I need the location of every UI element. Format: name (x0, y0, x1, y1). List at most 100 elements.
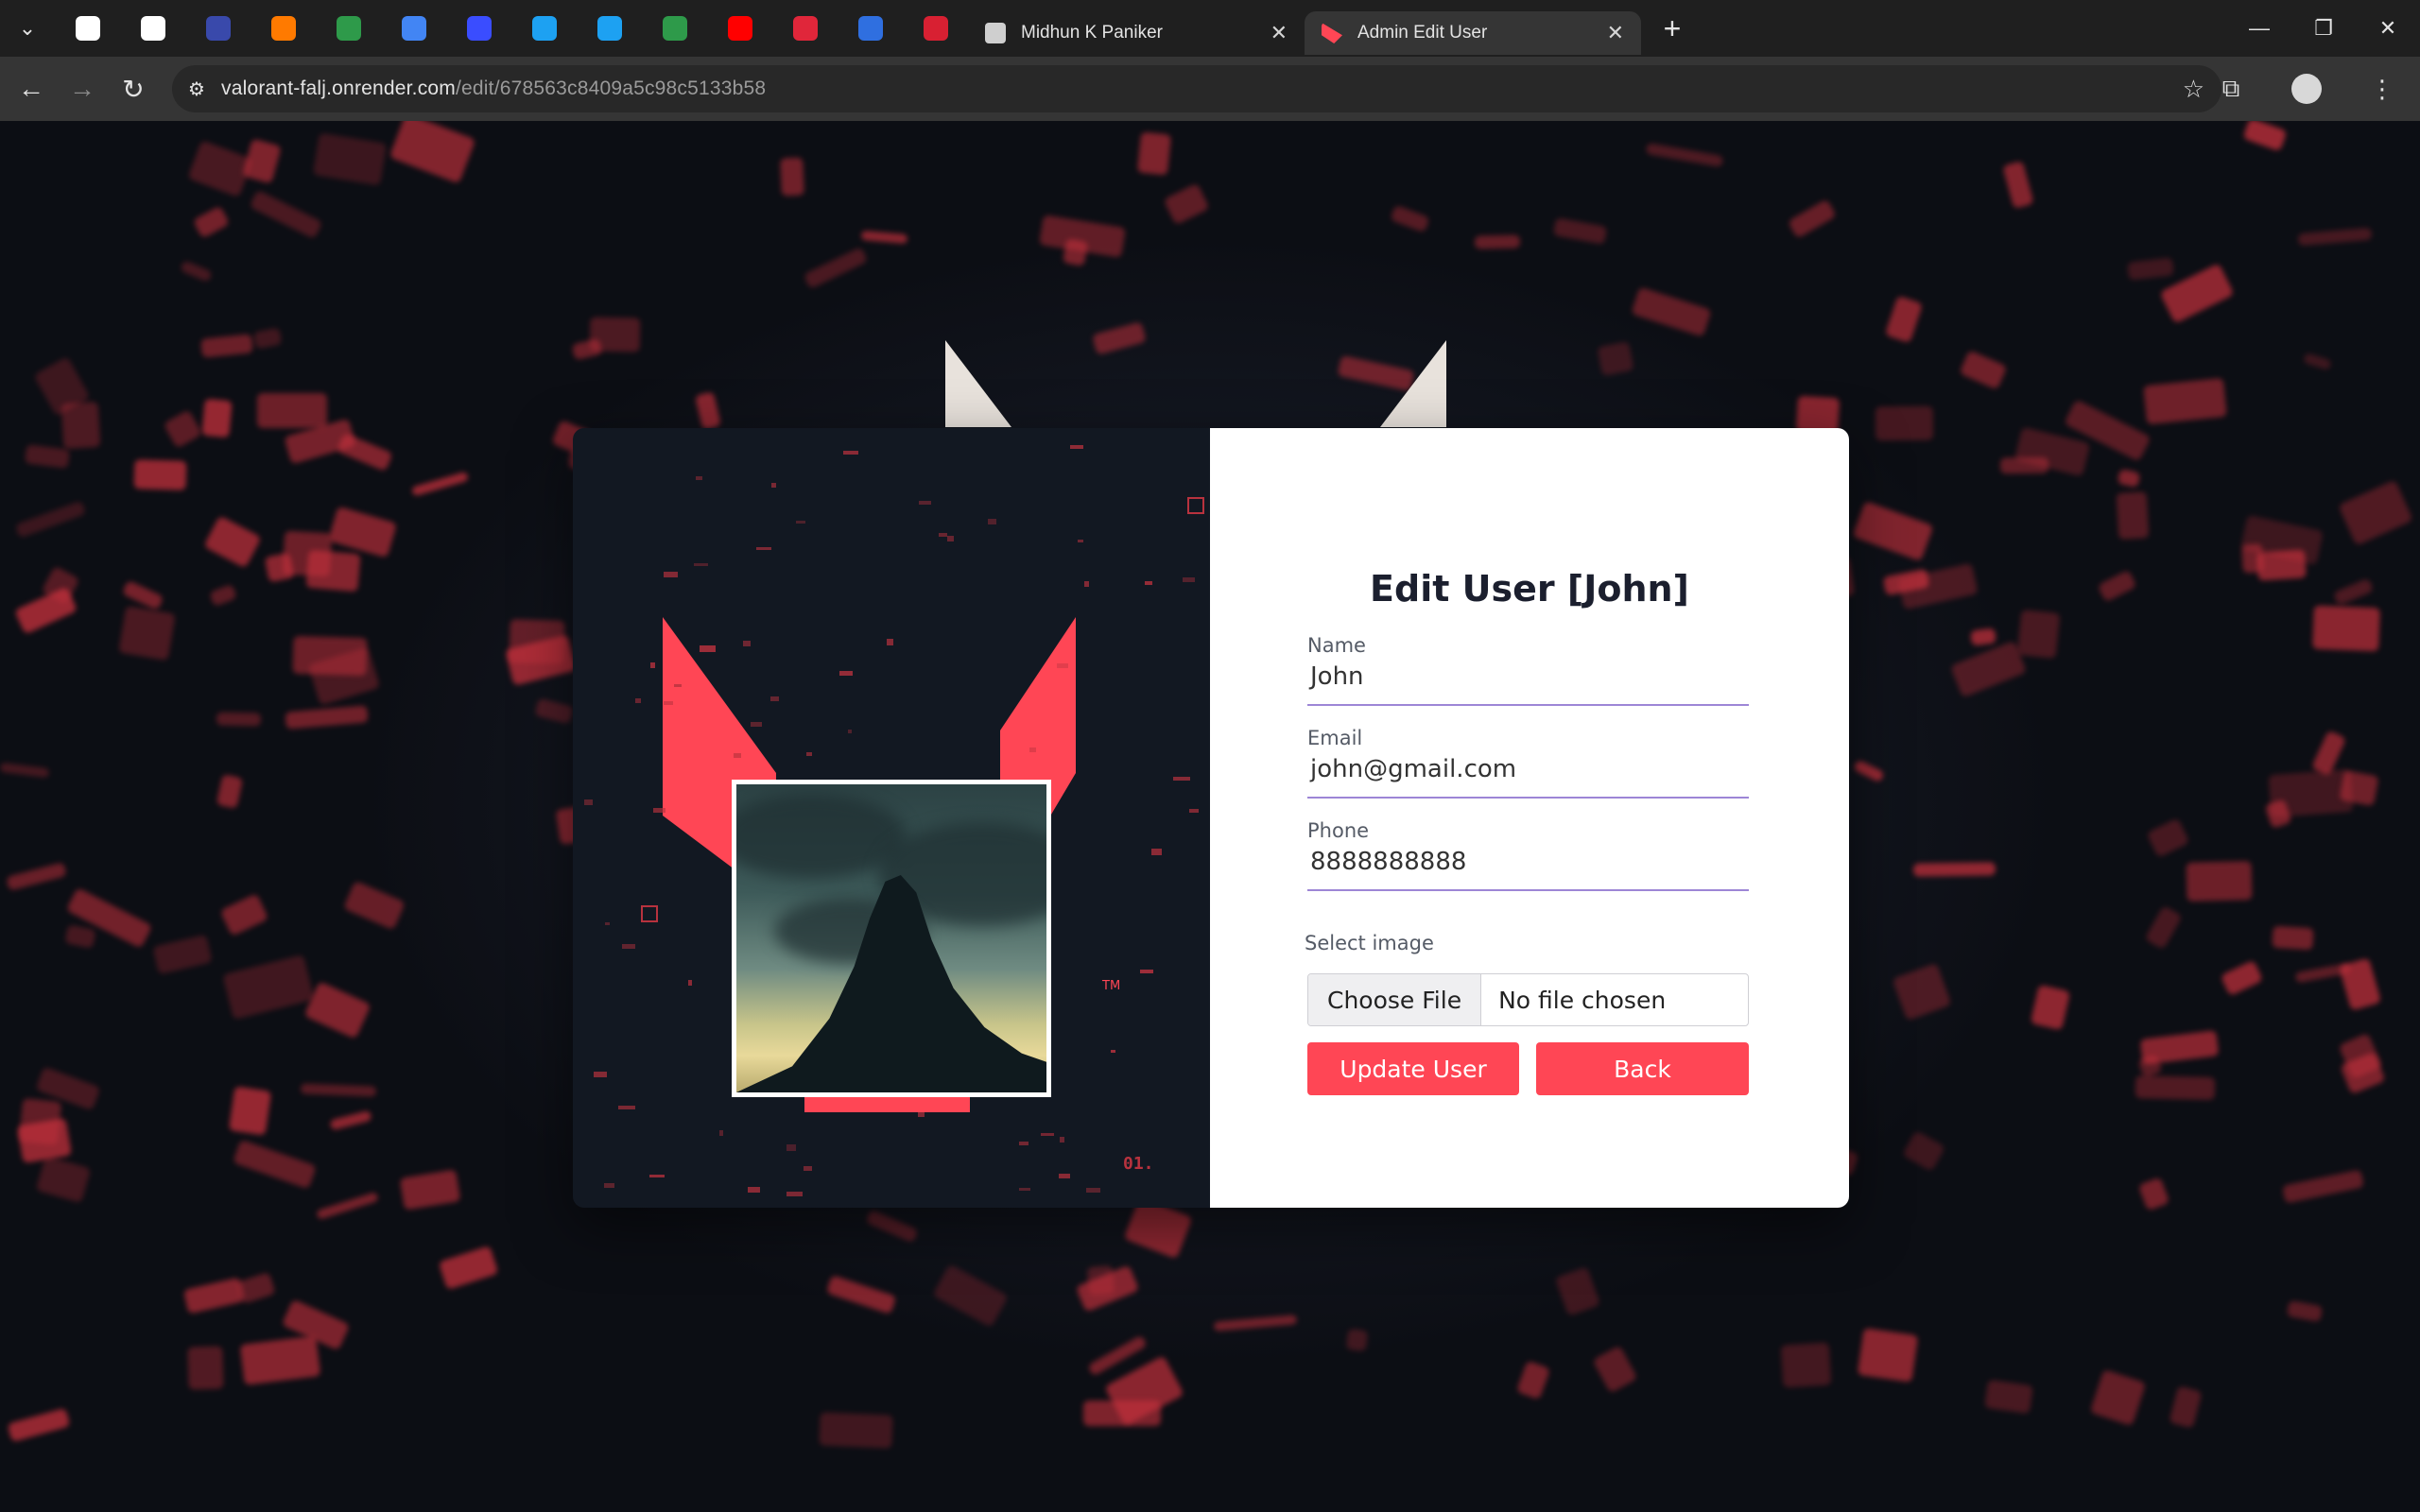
hud-dot (771, 483, 777, 488)
background-streak (329, 1110, 373, 1131)
background-streak (1858, 1327, 1919, 1383)
background-streak (163, 408, 203, 449)
tab-title: Midhun K Paniker (1021, 23, 1163, 43)
background-streak (239, 1334, 321, 1385)
background-streak (864, 1209, 919, 1244)
new-tab-button[interactable]: + (1649, 5, 1696, 52)
site-settings-icon[interactable]: ⚙ (172, 65, 221, 112)
background-streak (399, 1169, 461, 1211)
background-streak (63, 923, 96, 949)
background-streak (1852, 500, 1933, 561)
pinned-tab[interactable] (120, 0, 185, 57)
background-streak (2016, 609, 2061, 659)
pinned-tab[interactable] (511, 0, 577, 57)
m-logo-icon (923, 16, 948, 41)
menu-kebab-icon[interactable]: ⋮ (2344, 57, 2420, 121)
background-streak (300, 1083, 376, 1097)
pinned-tab[interactable] (903, 0, 968, 57)
background-streak (1515, 1360, 1551, 1400)
close-icon[interactable]: ✕ (1270, 21, 1288, 45)
tab-midhun[interactable]: Midhun K Paniker ✕ (968, 11, 1305, 55)
name-label: Name (1307, 634, 1366, 657)
pinned-tab[interactable] (707, 0, 772, 57)
phone-field-group: Phone 8888888888 (1307, 819, 1749, 891)
reload-icon[interactable]: ↻ (108, 63, 159, 114)
name-input[interactable]: John (1307, 657, 1749, 706)
background-streak (2126, 257, 2174, 281)
background-streak (2281, 1169, 2365, 1204)
background-streak (1983, 1380, 2033, 1415)
background-streak (35, 1155, 92, 1203)
email-input[interactable]: john@gmail.com (1307, 749, 1749, 799)
background-streak (2312, 605, 2381, 652)
pinned-tab[interactable] (381, 0, 446, 57)
forward-arrow-icon[interactable]: → (57, 63, 108, 114)
page-title: Edit User [John] (1370, 568, 1689, 610)
pinned-tab[interactable] (185, 0, 251, 57)
docs-icon (401, 16, 426, 41)
background-streak (228, 1086, 272, 1137)
pinned-tab[interactable] (446, 0, 511, 57)
background-streak (7, 1407, 71, 1442)
background-streak (342, 880, 406, 930)
restore-icon[interactable]: ❐ (2291, 0, 2356, 57)
pinned-tab[interactable] (642, 0, 707, 57)
background-streak (2332, 578, 2374, 607)
phone-input[interactable]: 8888888888 (1307, 842, 1749, 891)
hud-dot (1085, 1188, 1100, 1193)
pinned-tab[interactable] (772, 0, 838, 57)
profile-button[interactable] (2269, 57, 2344, 121)
pinned-tab[interactable] (55, 0, 120, 57)
update-user-button[interactable]: Update User (1307, 1042, 1519, 1095)
background-streak (232, 1139, 317, 1190)
tab-title: Admin Edit User (1357, 23, 1488, 43)
image-file-input[interactable]: Choose File No file chosen (1307, 973, 1749, 1026)
background-streak (1892, 963, 1952, 1022)
extensions-icon[interactable]: ⧉ (2193, 57, 2269, 121)
background-streak (216, 773, 243, 809)
back-arrow-icon[interactable]: ← (6, 63, 57, 114)
choose-file-button[interactable]: Choose File (1308, 974, 1482, 1025)
background-streak (2186, 861, 2253, 902)
hud-dot (1041, 1133, 1054, 1137)
hud-dot (843, 450, 858, 455)
pinned-tab[interactable] (316, 0, 381, 57)
close-icon[interactable]: ✕ (1607, 21, 1624, 45)
background-streak (1592, 1345, 1638, 1394)
minimize-icon[interactable]: — (2227, 0, 2291, 57)
hud-dot (751, 721, 762, 728)
tab-search-button[interactable]: ⌄ (0, 0, 55, 57)
close-window-icon[interactable]: ✕ (2356, 0, 2420, 57)
decorative-ear-left (945, 340, 1011, 427)
hud-dot (733, 752, 742, 759)
background-streak (2117, 469, 2140, 489)
background-streak (183, 1277, 246, 1315)
hud-dot (688, 980, 693, 987)
background-streak (1780, 1342, 1832, 1388)
pinned-tab[interactable] (838, 0, 903, 57)
background-streak (2002, 160, 2035, 210)
hud-dot (696, 476, 703, 480)
hud-dot (594, 1072, 608, 1077)
background-streak (221, 954, 315, 1021)
hud-dot (652, 807, 666, 813)
address-bar[interactable]: ⚙ valorant-falj.onrender.com/edit/678563… (172, 65, 2221, 112)
openai-icon (75, 16, 100, 41)
hud-dot (1078, 539, 1084, 543)
hud-chevron-icon (1187, 497, 1204, 514)
tab-admin-edit-user[interactable]: Admin Edit User ✕ (1305, 11, 1641, 55)
hud-dot (634, 697, 641, 704)
hud-dot (648, 1175, 665, 1178)
hud-dot (663, 571, 678, 578)
background-streak (201, 398, 233, 438)
hud-dot (786, 1192, 803, 1197)
background-streak (780, 156, 805, 196)
pinned-tab[interactable] (251, 0, 316, 57)
tab-strip: ⌄ Midhun K Paniker ✕ Admin Edit User ✕ +… (0, 0, 2420, 57)
back-button[interactable]: Back (1536, 1042, 1749, 1095)
edge-icon (857, 16, 883, 41)
pinned-tab[interactable] (577, 0, 642, 57)
background-streak (0, 762, 50, 779)
hud-dot (806, 752, 813, 757)
play-icon (596, 16, 622, 41)
